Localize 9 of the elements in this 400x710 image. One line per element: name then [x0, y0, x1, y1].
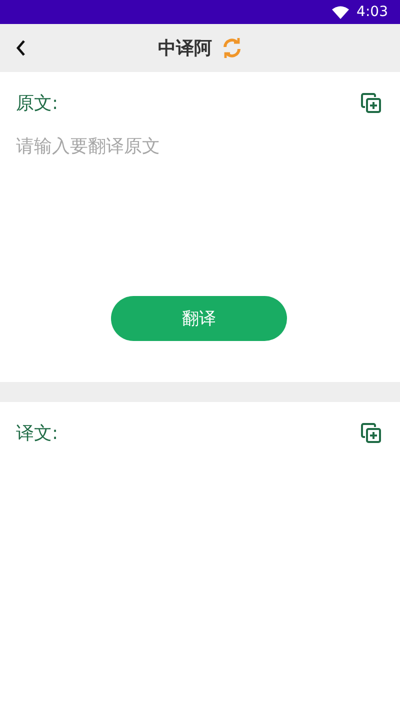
wifi-icon [332, 6, 349, 18]
input-field[interactable]: 请输入要翻译原文 [16, 134, 382, 284]
clock-time: 4:03 [356, 4, 388, 20]
section-label: 译文: [16, 422, 58, 445]
app-title: 中译阿 [158, 37, 212, 60]
copy-icon[interactable] [360, 92, 382, 114]
translate-button[interactable]: 翻译 [111, 296, 287, 341]
section-label: 原文: [16, 92, 58, 115]
copy-icon[interactable] [360, 422, 382, 444]
